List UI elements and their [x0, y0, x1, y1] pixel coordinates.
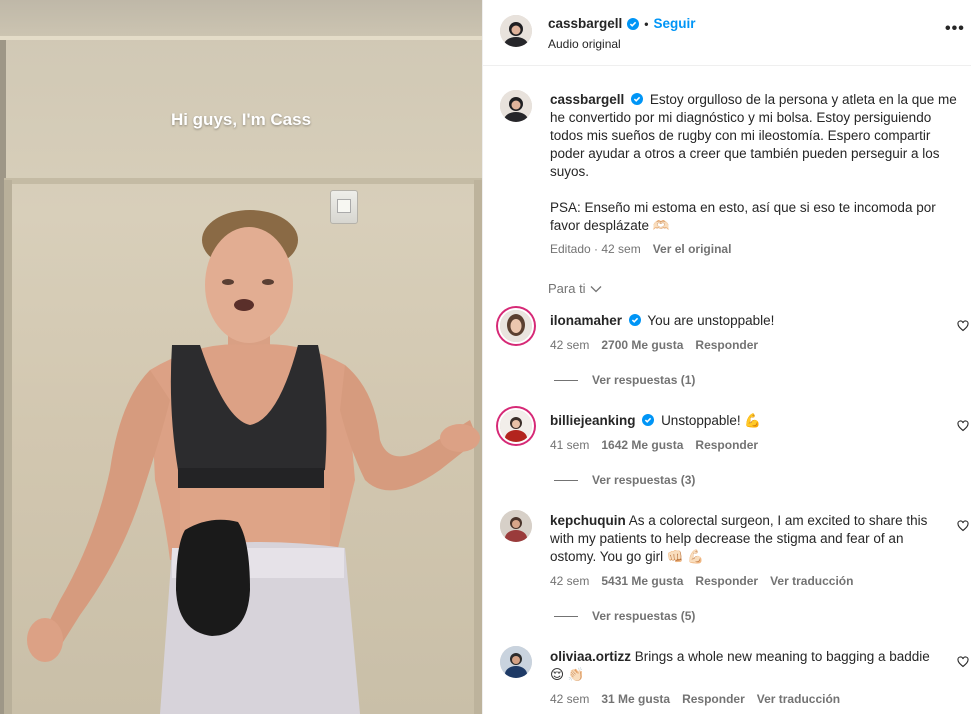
comment-username[interactable]: oliviaa.ortizz: [550, 649, 631, 664]
video-caption: Hi guys, I'm Cass: [170, 110, 312, 129]
comment-username[interactable]: ilonamaher: [550, 313, 622, 328]
caption-meta: Editado · 42 sem Ver el original: [550, 242, 731, 256]
view-replies-button[interactable]: Ver respuestas (1): [554, 373, 695, 387]
post-sidebar: cassbargell • Seguir Audio original ••• …: [482, 0, 971, 714]
comment-time[interactable]: 42 sem: [550, 338, 589, 352]
view-replies-button[interactable]: Ver respuestas (5): [554, 609, 695, 623]
reply-button[interactable]: Responder: [695, 338, 758, 352]
avatar[interactable]: [500, 15, 532, 47]
caption-username[interactable]: cassbargell: [550, 92, 624, 107]
commenter-avatar[interactable]: [500, 646, 532, 678]
heart-icon[interactable]: [957, 320, 969, 332]
divider: [554, 479, 578, 481]
comment-time[interactable]: 42 sem: [550, 692, 589, 706]
view-replies-label: Ver respuestas (3): [592, 473, 696, 487]
reply-button[interactable]: Responder: [695, 574, 758, 588]
comment-body: You are unstoppable!: [647, 313, 775, 328]
post-author: cassbargell • Seguir: [548, 16, 696, 31]
comment-username[interactable]: kepchuquin: [550, 513, 626, 528]
comment-text: billiejeanking Unstoppable! 💪: [550, 412, 940, 430]
comment-likes[interactable]: 2700 Me gusta: [601, 338, 683, 352]
reply-button[interactable]: Responder: [695, 438, 758, 452]
author-username[interactable]: cassbargell: [548, 16, 622, 31]
commenter-avatar[interactable]: [498, 408, 534, 444]
reply-button[interactable]: Responder: [682, 692, 745, 706]
heart-icon[interactable]: [957, 520, 969, 532]
comment-text: oliviaa.ortizz Brings a whole new meanin…: [550, 648, 940, 684]
chevron-down-icon: [590, 285, 602, 292]
divider: [554, 379, 578, 381]
sort-label: Para ti: [548, 281, 586, 296]
comment-text: kepchuquin As a colorectal surgeon, I am…: [550, 512, 940, 566]
comment-username[interactable]: billiejeanking: [550, 413, 636, 428]
comment-meta: 41 sem 1642 Me gusta Responder: [550, 438, 758, 452]
comment-likes[interactable]: 1642 Me gusta: [601, 438, 683, 452]
see-original-link[interactable]: Ver el original: [653, 242, 732, 256]
comment-time[interactable]: 42 sem: [550, 574, 589, 588]
person-figure: [27, 210, 480, 714]
caption-psa: PSA: Enseño mi estoma en esto, así que s…: [550, 200, 936, 233]
translate-button[interactable]: Ver traducción: [770, 574, 853, 588]
verified-badge-icon: [642, 414, 655, 426]
comment-likes[interactable]: 31 Me gusta: [601, 692, 670, 706]
verified-badge-icon: [628, 314, 641, 326]
comment-body: Unstoppable! 💪: [661, 413, 762, 428]
comment-text: ilonamaher You are unstoppable!: [550, 312, 940, 330]
comment-likes[interactable]: 5431 Me gusta: [601, 574, 683, 588]
commenter-avatar[interactable]: [498, 308, 534, 344]
view-replies-button[interactable]: Ver respuestas (3): [554, 473, 695, 487]
comment-time[interactable]: 41 sem: [550, 438, 589, 452]
heart-icon[interactable]: [957, 420, 969, 432]
audio-link[interactable]: Audio original: [548, 37, 621, 51]
heart-icon[interactable]: [957, 656, 969, 668]
caption-text: cassbargell Estoy orgulloso de la person…: [550, 91, 960, 253]
comment-meta: 42 sem 5431 Me gusta Responder Ver tradu…: [550, 574, 853, 588]
separator-dot: •: [644, 16, 649, 31]
comment-sort-dropdown[interactable]: Para ti: [548, 281, 602, 296]
translate-button[interactable]: Ver traducción: [757, 692, 840, 706]
follow-button[interactable]: Seguir: [654, 16, 696, 31]
divider: [554, 615, 578, 617]
view-replies-label: Ver respuestas (5): [592, 609, 696, 623]
more-options-icon[interactable]: •••: [945, 20, 965, 38]
view-replies-label: Ver respuestas (1): [592, 373, 696, 387]
verified-badge-icon: [627, 17, 640, 30]
comment-meta: 42 sem 2700 Me gusta Responder: [550, 338, 758, 352]
avatar[interactable]: [500, 90, 532, 122]
edited-label: Editado · 42 sem: [550, 242, 641, 256]
post-header: cassbargell • Seguir Audio original •••: [483, 0, 971, 66]
commenter-avatar[interactable]: [500, 510, 532, 542]
reel-video[interactable]: Hi guys, I'm Cass: [0, 0, 482, 714]
verified-badge-icon: [631, 93, 644, 105]
comment-meta: 42 sem 31 Me gusta Responder Ver traducc…: [550, 692, 840, 706]
